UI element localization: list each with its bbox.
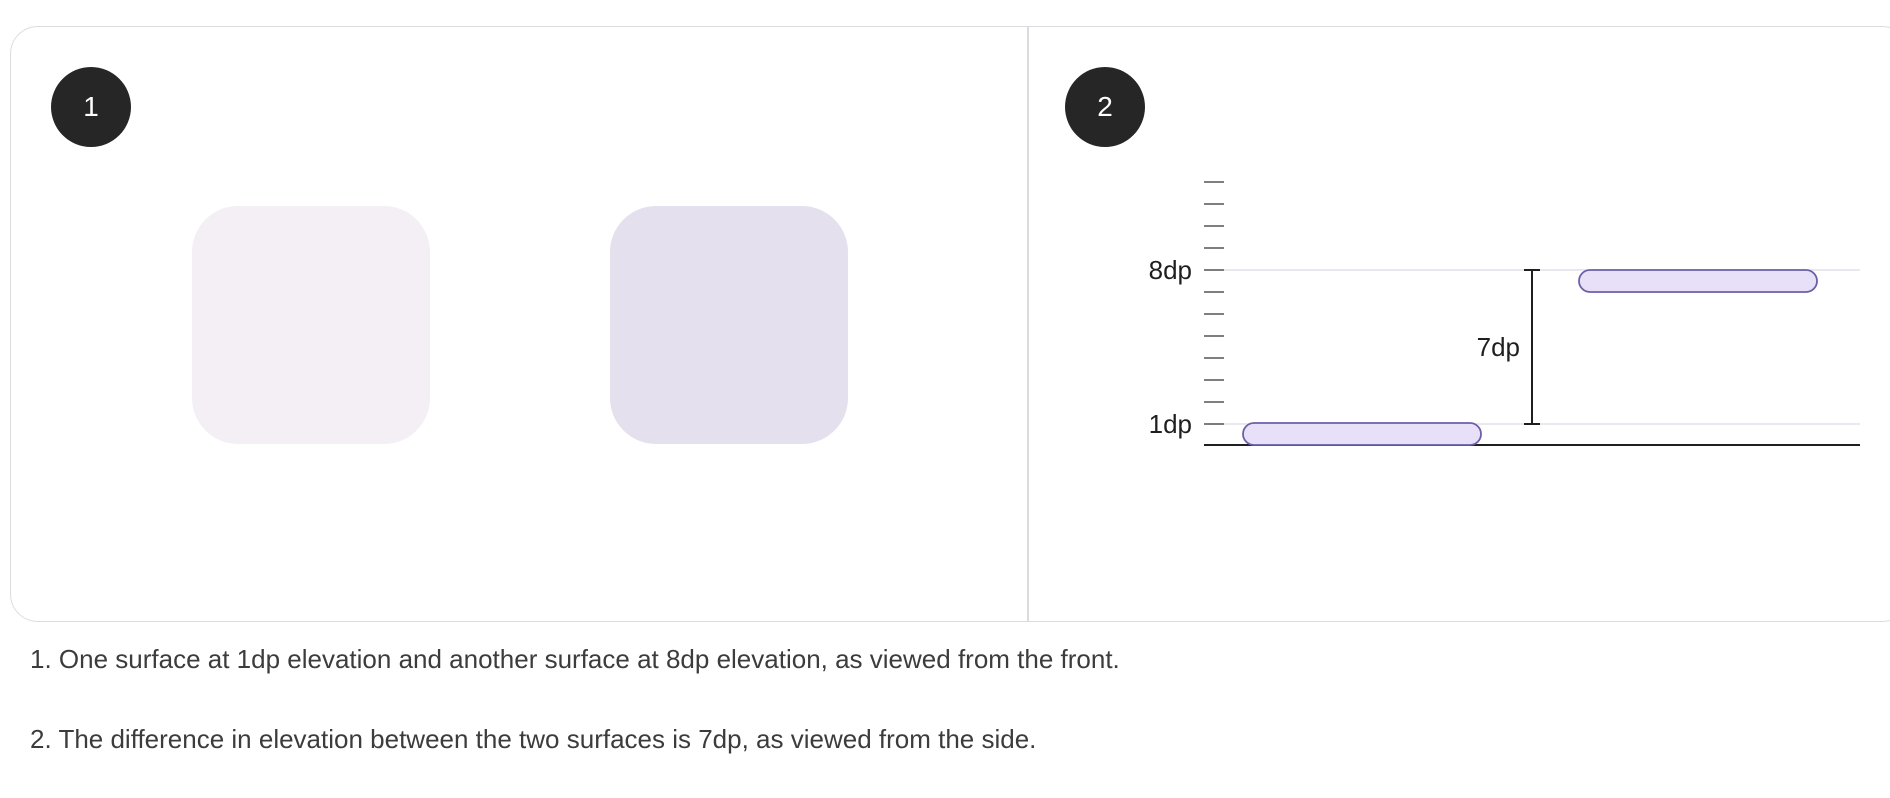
caption-side-view: 2. The difference in elevation between t…	[30, 724, 1037, 754]
label-8dp: 8dp	[1149, 255, 1192, 285]
elevation-ruler	[1204, 181, 1224, 425]
side-view-diagram: 8dp 1dp 7dp	[1149, 181, 1860, 446]
surface-1dp-front	[192, 206, 430, 444]
surface-1dp-side	[1242, 422, 1482, 446]
panel-1-badge: 1	[51, 67, 131, 147]
panel-2-badge: 2	[1065, 67, 1145, 147]
caption-front-view: 1. One surface at 1dp elevation and anot…	[30, 644, 1120, 674]
difference-label: 7dp	[1477, 332, 1520, 362]
label-1dp: 1dp	[1149, 409, 1192, 439]
surface-8dp-side	[1578, 269, 1818, 293]
elevation-difference-bracket	[1524, 269, 1540, 425]
surface-8dp-front	[610, 206, 848, 444]
panel-divider	[1027, 26, 1029, 622]
